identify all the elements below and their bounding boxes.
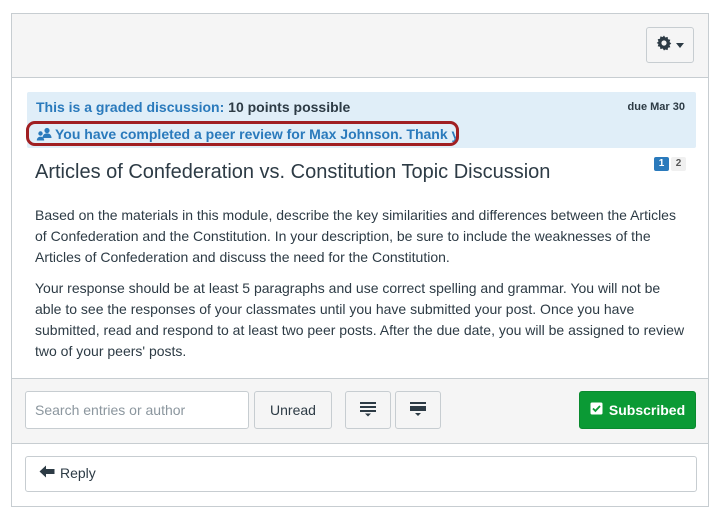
caret-down-icon — [676, 36, 684, 54]
graded-label: This is a graded discussion: — [36, 99, 225, 115]
body-paragraph: Your response should be at least 5 parag… — [35, 280, 685, 359]
peer-review-message: You have completed a peer review for Max… — [55, 125, 459, 142]
reply-box[interactable]: Reply — [25, 456, 697, 492]
discussion-toolbar: Unread — [12, 378, 708, 444]
subscribed-label: Subscribed — [608, 402, 686, 418]
reply-label: Reply — [60, 465, 96, 481]
pagination: 1 2 — [654, 157, 686, 171]
due-date: due Mar 30 — [627, 101, 685, 113]
body-paragraph: Based on the materials in this module, d… — [35, 207, 676, 265]
expand-threads-icon — [409, 401, 427, 420]
gear-icon — [656, 35, 672, 56]
discussion-panel: This is a graded discussion: 10 points p… — [11, 13, 709, 507]
expand-threads-button[interactable] — [395, 391, 441, 429]
discussion-body: Based on the materials in this module, d… — [35, 205, 690, 372]
reply-arrow-icon — [39, 465, 55, 481]
reply-button[interactable]: Reply — [39, 465, 96, 481]
collapse-threads-icon — [359, 401, 377, 420]
peer-review-notice[interactable]: You have completed a peer review for Max… — [26, 121, 459, 146]
page-1-button[interactable]: 1 — [654, 157, 669, 171]
unread-button[interactable]: Unread — [254, 391, 332, 429]
checkbox-icon — [590, 402, 603, 418]
collapse-threads-button[interactable] — [345, 391, 391, 429]
graded-info: This is a graded discussion: 10 points p… — [36, 99, 350, 115]
page-2-button[interactable]: 2 — [671, 157, 686, 171]
top-bar — [12, 14, 708, 78]
peer-review-icon — [36, 127, 52, 141]
search-input[interactable] — [25, 391, 249, 429]
points-possible: 10 points possible — [228, 99, 351, 115]
discussion-title: Articles of Confederation vs. Constituti… — [35, 161, 551, 183]
subscribed-button[interactable]: Subscribed — [579, 391, 696, 429]
settings-menu-button[interactable] — [646, 27, 694, 63]
